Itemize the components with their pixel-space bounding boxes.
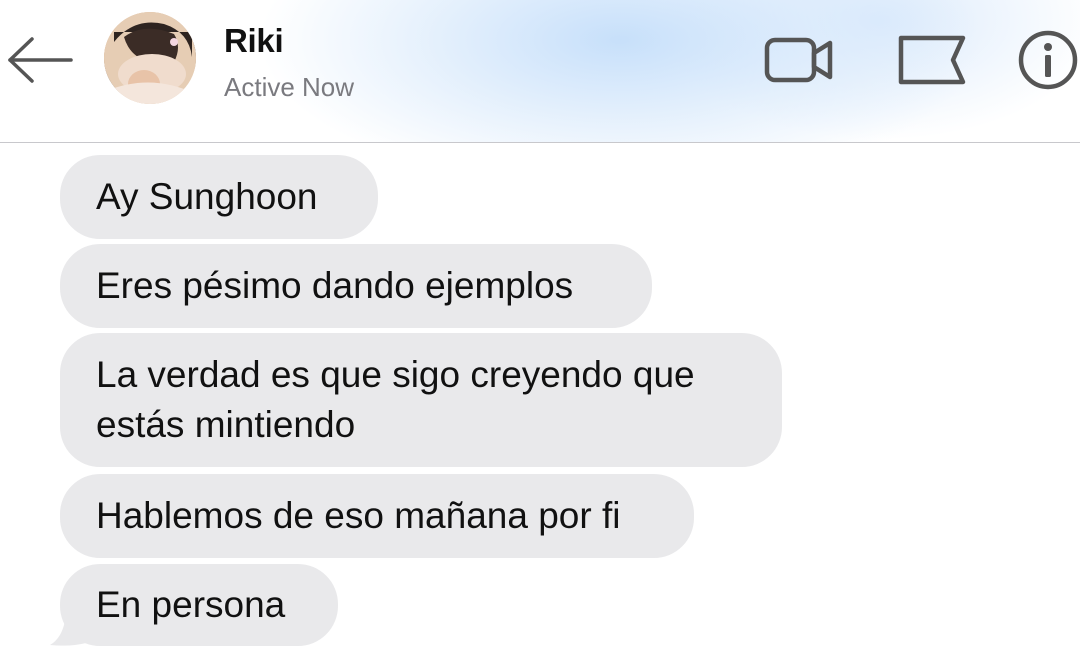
arrow-left-icon: [8, 37, 73, 83]
message-bubble[interactable]: Hablemos de eso mañana por fi: [60, 474, 694, 558]
message-bubble[interactable]: Eres pésimo dando ejemplos: [60, 244, 652, 328]
back-button[interactable]: [4, 30, 76, 90]
flag-button[interactable]: [895, 28, 969, 92]
message-bubble[interactable]: Ay Sunghoon: [60, 155, 378, 239]
chat-header: Riki Active Now: [0, 0, 1080, 143]
avatar[interactable]: [104, 12, 196, 104]
contact-name[interactable]: Riki: [224, 22, 284, 60]
video-call-button[interactable]: [760, 28, 838, 92]
video-camera-icon: [764, 37, 833, 83]
info-button[interactable]: [1016, 28, 1080, 92]
flag-icon: [898, 35, 966, 85]
active-status: Active Now: [224, 72, 355, 102]
avatar-photo: [104, 12, 196, 104]
message-bubble[interactable]: La verdad es que sigo creyendo que estás…: [60, 333, 782, 467]
bubble-tail: [50, 613, 86, 646]
message-thread: Ay Sunghoon Eres pésimo dando ejemplos L…: [0, 143, 1080, 667]
chat-screen: Riki Active Now Ay Sunghoon Eres pésimo …: [0, 0, 1080, 667]
message-bubble[interactable]: En persona: [60, 564, 338, 646]
info-icon: [1018, 30, 1078, 90]
